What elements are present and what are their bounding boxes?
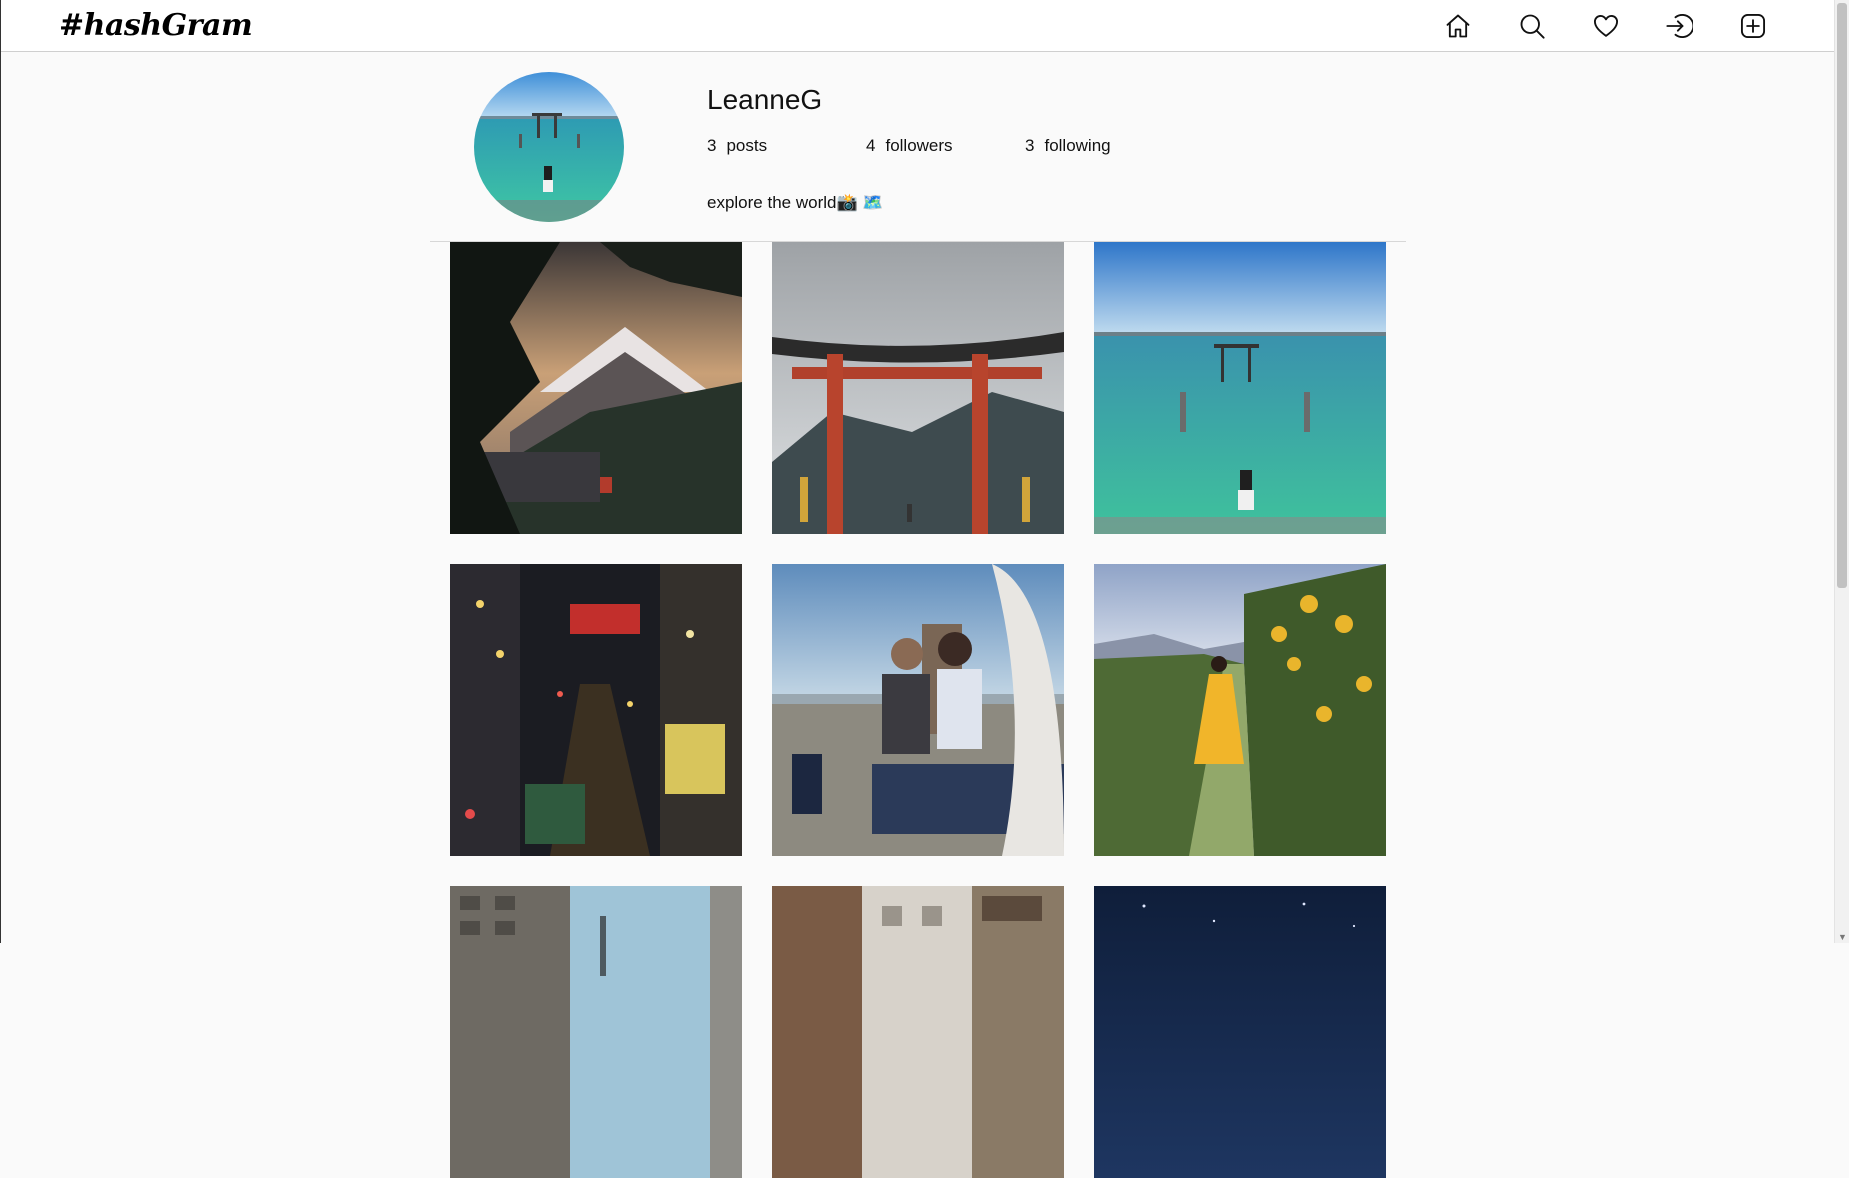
profile-header: LeanneG 3 posts 4 followers 3 following exp… [430,52,1406,242]
following-count: 3 [1025,136,1035,155]
vertical-scrollbar[interactable]: ▼ [1834,0,1849,943]
post-thumbnail-torii-sea[interactable] [1094,242,1386,534]
app-logo[interactable]: #hashGram [59,8,253,43]
profile-avatar[interactable] [474,72,624,222]
posts-stat: 3 posts [707,136,866,156]
post-thumbnail-night-sky[interactable] [1094,886,1386,1178]
post-thumbnail-city-night[interactable] [450,564,742,856]
posts-count: 3 [707,136,717,155]
window-frame [0,0,1,943]
top-navigation-bar: #hashGram [1,0,1834,52]
post-thumbnail-old-street[interactable] [772,886,1064,1178]
post-thumbnail-building-street[interactable] [450,886,742,1178]
followers-stat[interactable]: 4 followers [866,136,1025,156]
profile-username: LeanneG [707,84,823,115]
add-post-icon[interactable] [1738,11,1768,41]
followers-count: 4 [866,136,876,155]
post-thumbnail-fuji-lake[interactable] [450,242,742,534]
following-label: following [1044,136,1111,155]
posts-label: posts [726,136,768,155]
following-stat[interactable]: 3 following [1025,136,1184,156]
scrollbar-thumb[interactable] [1837,3,1847,588]
post-thumbnail-sunflower-field[interactable] [1094,564,1386,856]
scroll-down-arrow-icon[interactable]: ▼ [1838,932,1847,942]
profile-stats: 3 posts 4 followers 3 following [707,136,1184,156]
followers-label: followers [885,136,953,155]
post-thumbnail-friends-beach[interactable] [772,564,1064,856]
heart-icon[interactable] [1591,11,1621,41]
search-icon[interactable] [1517,11,1547,41]
post-thumbnail-torii-mountain[interactable] [772,242,1064,534]
login-icon[interactable] [1664,11,1694,41]
profile-bio: explore the world📸 🗺️ [707,193,884,212]
home-icon[interactable] [1443,11,1473,41]
